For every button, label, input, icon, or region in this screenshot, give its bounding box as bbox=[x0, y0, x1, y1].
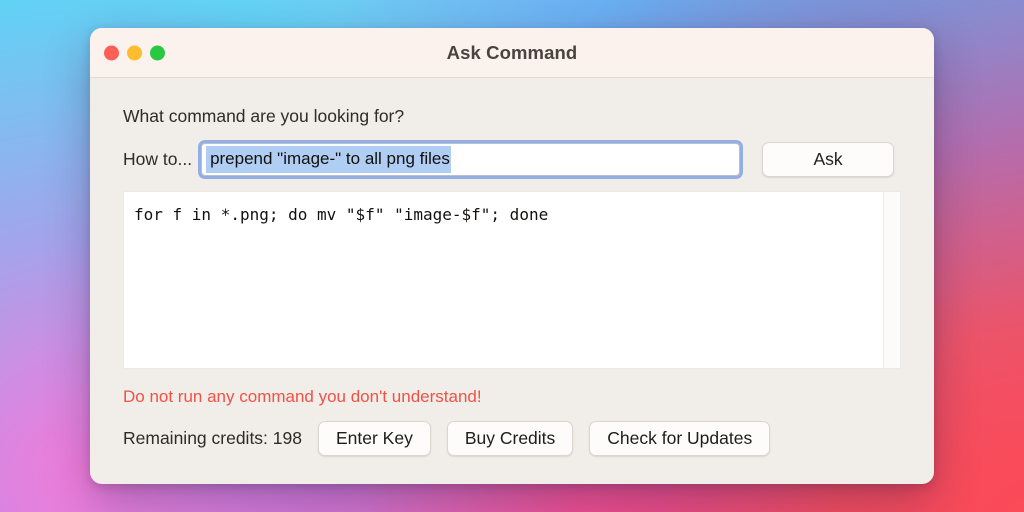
maximize-window-button[interactable] bbox=[150, 45, 165, 60]
output-scrollbar[interactable] bbox=[883, 192, 900, 368]
close-window-button[interactable] bbox=[104, 45, 119, 60]
query-input-value[interactable]: prepend "image-" to all png files bbox=[206, 146, 451, 173]
ask-button[interactable]: Ask bbox=[762, 142, 894, 177]
prompt-label: What command are you looking for? bbox=[123, 106, 901, 127]
buy-credits-button[interactable]: Buy Credits bbox=[447, 421, 573, 456]
howto-label: How to... bbox=[123, 149, 192, 170]
check-for-updates-button[interactable]: Check for Updates bbox=[589, 421, 770, 456]
window-controls bbox=[104, 45, 165, 60]
warning-text: Do not run any command you don't underst… bbox=[123, 387, 901, 407]
app-window: Ask Command What command are you looking… bbox=[90, 28, 934, 484]
window-content: What command are you looking for? How to… bbox=[90, 78, 934, 484]
window-title: Ask Command bbox=[90, 42, 934, 64]
command-output-area: for f in *.png; do mv "$f" "image-$f"; d… bbox=[123, 191, 901, 369]
enter-key-button[interactable]: Enter Key bbox=[318, 421, 431, 456]
command-output-text[interactable]: for f in *.png; do mv "$f" "image-$f"; d… bbox=[124, 192, 883, 368]
ask-row: How to... prepend "image-" to all png fi… bbox=[123, 142, 901, 177]
minimize-window-button[interactable] bbox=[127, 45, 142, 60]
remaining-credits-label: Remaining credits: 198 bbox=[123, 428, 302, 449]
footer-bar: Remaining credits: 198 Enter Key Buy Cre… bbox=[123, 421, 901, 456]
query-input[interactable]: prepend "image-" to all png files bbox=[201, 143, 740, 176]
window-titlebar: Ask Command bbox=[90, 28, 934, 78]
